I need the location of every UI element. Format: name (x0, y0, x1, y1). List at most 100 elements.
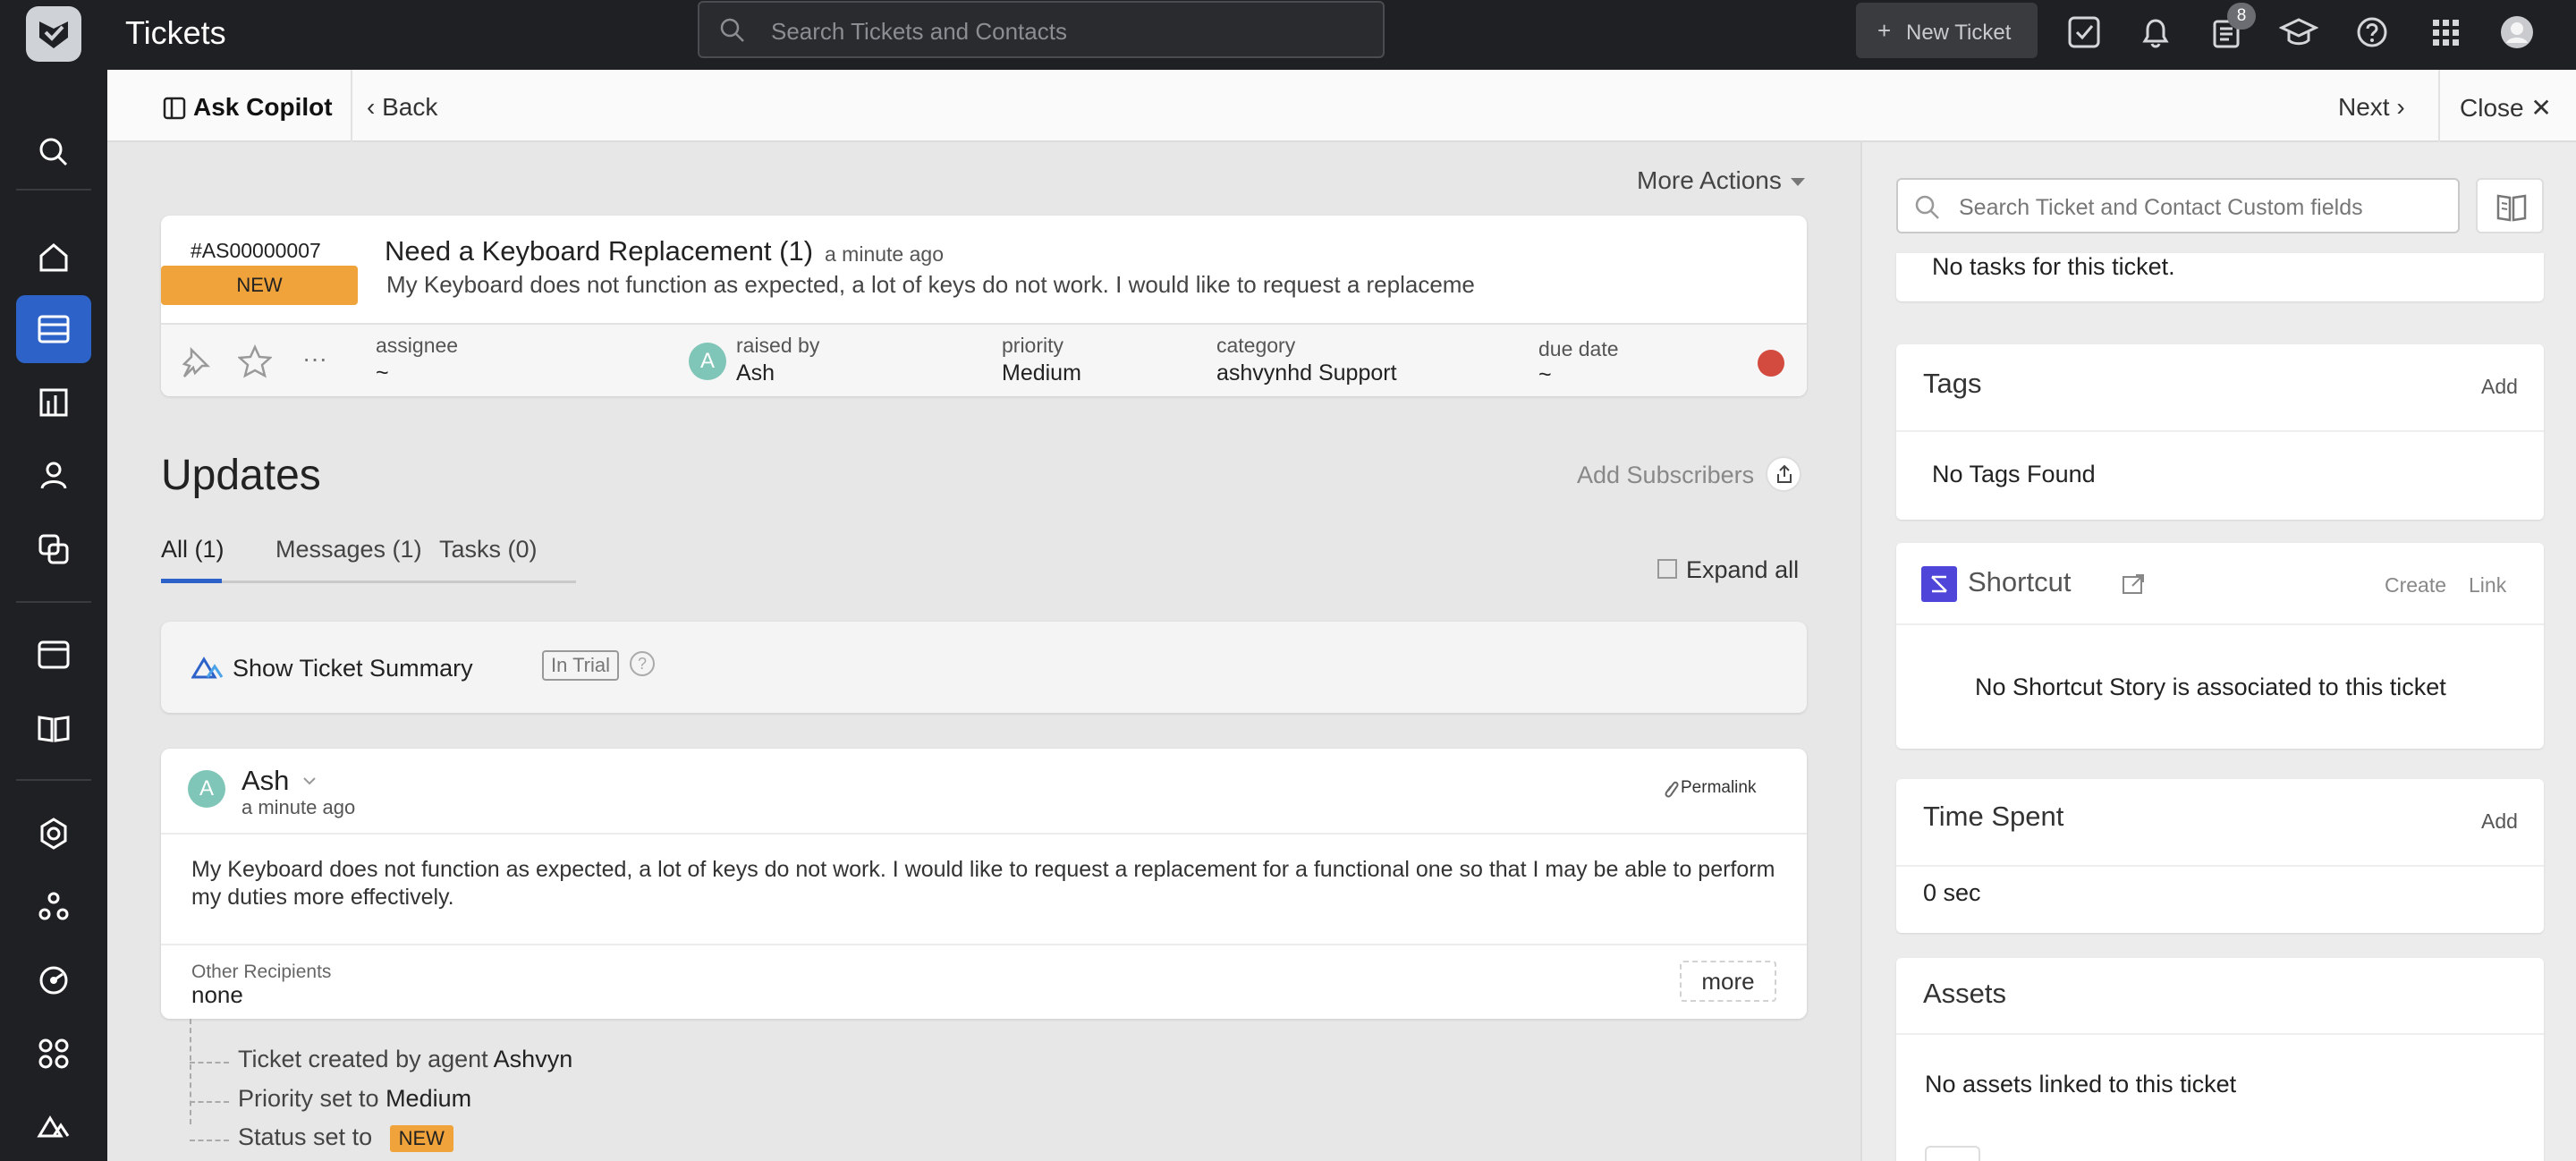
sidebar-item-settings[interactable] (16, 800, 91, 868)
apps-grid-icon[interactable] (2426, 13, 2465, 52)
activity-status-badge: NEW (389, 1125, 453, 1152)
ticket-subheader: Ask Copilot ‹ Back Next › Close ✕ (107, 70, 2576, 142)
tab-tasks[interactable]: Tasks (0) (439, 536, 538, 564)
activity-value: Medium (386, 1085, 472, 1112)
sidebar-item-tickets[interactable] (16, 295, 91, 363)
next-label: Next (2338, 93, 2390, 121)
close-button[interactable]: Close ✕ (2460, 93, 2552, 123)
expand-all-button[interactable]: Expand all (1686, 556, 1799, 584)
tasks-check-icon[interactable] (2064, 13, 2104, 52)
message-author[interactable]: Ash (242, 765, 289, 797)
ticket-summary-bar[interactable]: Show Ticket Summary In Trial ? (161, 622, 1807, 713)
add-subscribers-button[interactable]: Add Subscribers (1577, 462, 1754, 489)
chevron-down-icon[interactable] (302, 775, 317, 786)
ai-mountain-icon (37, 1115, 70, 1138)
priority-value[interactable]: Medium (1002, 360, 1081, 386)
bar-chart-icon (39, 388, 68, 417)
sidebar-item-analytics[interactable] (16, 946, 91, 1014)
shortcut-link-button[interactable]: Link (2469, 573, 2506, 597)
tab-messages[interactable]: Messages (1) (275, 536, 422, 564)
assignee-value[interactable]: ~ (376, 360, 389, 386)
due-date-value[interactable]: ~ (1538, 362, 1552, 388)
sidebar-item-teams[interactable] (16, 873, 91, 941)
external-link-icon[interactable] (2120, 572, 2147, 597)
sidebar-item-reports[interactable] (16, 369, 91, 436)
message-time: a minute ago (242, 796, 356, 818)
bell-icon[interactable] (2136, 13, 2175, 52)
ticket-title: Need a Keyboard Replacement (1) (385, 235, 813, 267)
time-spent-title: Time Spent (1923, 801, 2064, 832)
tasks-empty-text: No tasks for this ticket. (1932, 253, 2175, 280)
next-button[interactable]: Next › (2338, 93, 2405, 122)
tickets-list-icon (38, 315, 70, 343)
chevron-right-icon: › (2389, 93, 2405, 121)
back-button[interactable]: ‹ Back (367, 93, 437, 122)
ask-copilot-label: Ask Copilot (193, 93, 333, 121)
tags-card: Tags Add No Tags Found (1896, 344, 2544, 520)
add-asset-button[interactable]: + (1925, 1146, 1980, 1161)
app-title: Tickets (125, 14, 226, 51)
person-icon (40, 462, 67, 489)
expand-icon (1657, 559, 1677, 579)
shortcut-logo-icon (1931, 575, 1947, 593)
assets-title: Assets (1923, 978, 2007, 1009)
tags-add-button[interactable]: Add (2481, 375, 2518, 399)
sidebar-divider (16, 601, 91, 603)
assets-card: Assets No assets linked to this ticket + (1896, 958, 2544, 1161)
caret-down-icon (1790, 178, 1805, 187)
shortcut-title: Shortcut (1968, 566, 2072, 597)
app-logo[interactable] (26, 6, 81, 62)
field-library-button[interactable] (2476, 178, 2544, 233)
graduation-cap-icon[interactable] (2279, 13, 2318, 52)
sla-status-dot (1758, 350, 1784, 377)
plus-icon: + (1877, 17, 1892, 44)
raised-by-value[interactable]: Ash (736, 360, 775, 386)
gauge-icon (39, 966, 68, 995)
share-button[interactable] (1766, 456, 1801, 492)
custom-fields-search-placeholder: Search Ticket and Contact Custom fields (1959, 195, 2363, 220)
sidebar-item-problems[interactable] (16, 515, 91, 583)
ask-copilot-button[interactable]: Ask Copilot (161, 93, 333, 122)
overlap-squares-icon (38, 534, 69, 564)
custom-fields-search-input[interactable]: Search Ticket and Contact Custom fields (1896, 178, 2460, 233)
share-icon (1777, 464, 1792, 483)
help-icon[interactable]: ? (630, 651, 655, 676)
permalink-button[interactable]: Permalink (1681, 778, 1756, 798)
ticket-time: a minute ago (825, 242, 944, 266)
sidebar-item-search[interactable] (16, 118, 91, 186)
new-ticket-label: New Ticket (1906, 21, 2012, 45)
ticket-count: (1) (779, 235, 814, 267)
help-icon[interactable] (2352, 13, 2392, 52)
user-avatar-icon[interactable] (2497, 13, 2537, 52)
other-recipients-label: Other Recipients (191, 962, 332, 982)
raised-by-avatar: A (689, 343, 726, 380)
new-ticket-button[interactable]: + New Ticket (1856, 3, 2038, 58)
activity-prefix: Ticket created by agent (238, 1046, 488, 1072)
sidebar-item-browser[interactable] (16, 621, 91, 689)
global-search-input[interactable]: Search Tickets and Contacts (698, 1, 1385, 58)
time-spent-add-button[interactable]: Add (2481, 809, 2518, 834)
search-icon (1915, 195, 1939, 219)
more-actions-dropdown[interactable]: More Actions (1637, 166, 1805, 195)
assignee-label: assignee (376, 334, 459, 357)
sidebar-item-ai[interactable] (16, 1093, 91, 1161)
star-icon[interactable] (238, 344, 272, 378)
more-options-icon[interactable]: ··· (302, 344, 327, 373)
status-badge[interactable]: NEW (161, 266, 358, 305)
sidebar-item-knowledge-base[interactable] (16, 694, 91, 762)
sidebar-item-integrations[interactable] (16, 1020, 91, 1088)
active-tab-indicator (161, 579, 222, 583)
pin-icon[interactable] (179, 346, 211, 378)
other-recipients-value: none (191, 981, 243, 1008)
message-body: My Keyboard does not function as expecte… (191, 857, 1775, 910)
sidebar-item-contacts[interactable] (16, 442, 91, 510)
subheader-divider (351, 70, 352, 142)
sidebar-item-home[interactable] (16, 224, 91, 292)
more-button[interactable]: more (1680, 961, 1776, 1002)
card-divider (1896, 865, 2544, 867)
shortcut-create-button[interactable]: Create (2385, 573, 2446, 597)
card-divider (1896, 1033, 2544, 1035)
category-value[interactable]: ashvynhd Support (1216, 360, 1397, 386)
tab-all[interactable]: All (1) (161, 536, 225, 564)
home-icon (39, 243, 68, 272)
